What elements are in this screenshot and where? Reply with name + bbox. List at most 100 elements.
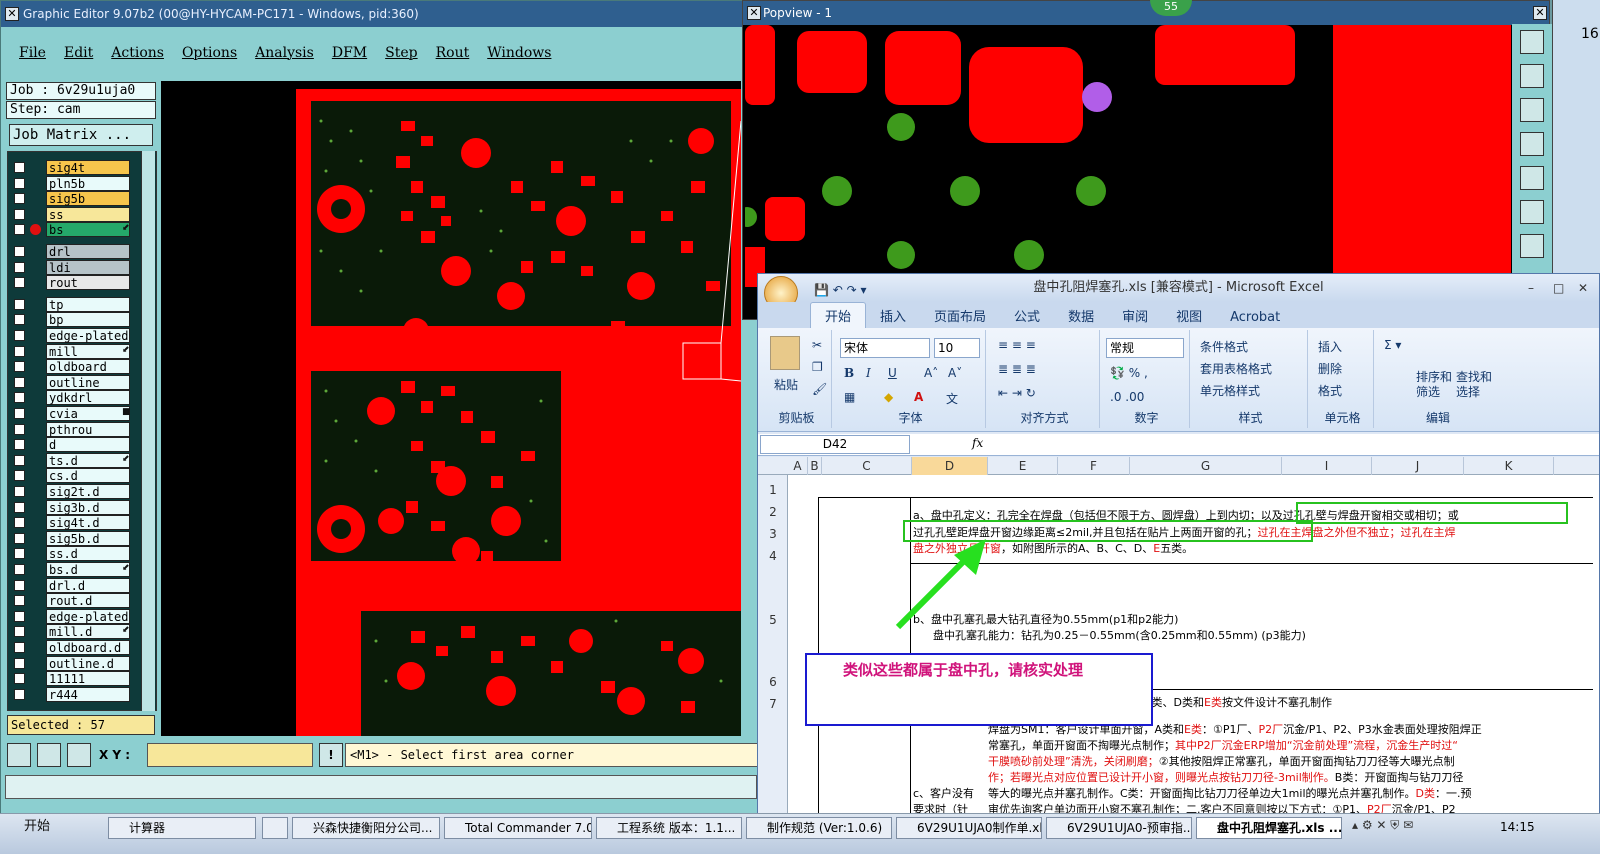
row-3[interactable]: 3 xyxy=(758,527,788,541)
fx-icon[interactable]: fx xyxy=(972,436,983,450)
quick-access-toolbar[interactable]: 💾 ↶ ↷ ▾ xyxy=(814,276,867,304)
layer-checkbox[interactable] xyxy=(14,642,25,653)
layer-row[interactable]: rout.d xyxy=(8,593,144,609)
layer-row[interactable]: bp xyxy=(8,312,144,328)
task-engineering-system[interactable]: 工程系统 版本：1.1... xyxy=(596,817,742,839)
layer-checkbox[interactable] xyxy=(14,298,25,310)
close-button[interactable]: ✕ xyxy=(1578,274,1588,302)
layer-row[interactable]: outline.d xyxy=(8,655,144,671)
tab-insert[interactable]: 插入 xyxy=(866,303,920,328)
layer-checkbox[interactable] xyxy=(14,454,25,466)
layer-row[interactable]: ts.d ⬋ xyxy=(8,452,144,468)
layer-row[interactable]: pln5b xyxy=(8,175,144,191)
maximize-button[interactable]: □ xyxy=(1553,274,1564,302)
layer-label[interactable]: r444 xyxy=(46,686,130,702)
layer-checkbox[interactable] xyxy=(14,657,25,669)
layer-label[interactable]: sig5b.d xyxy=(46,530,130,546)
task-preview-guide[interactable]: 6V29U1UJA0-预审指... xyxy=(1046,817,1192,839)
format-painter-icon[interactable]: 🖌 xyxy=(812,382,827,396)
paste-label[interactable]: 粘贴 xyxy=(774,376,798,393)
layer-label[interactable]: sig5b xyxy=(46,191,130,207)
font-size-select[interactable]: 10 xyxy=(934,338,980,358)
layer-checkbox[interactable] xyxy=(14,314,25,326)
layer-checkbox[interactable] xyxy=(14,345,25,357)
tray-icons[interactable]: ▴ ⚙ ✕ ⛨ ✉ xyxy=(1352,818,1472,838)
job-matrix-button[interactable]: Job Matrix ... xyxy=(9,124,153,146)
task-spec[interactable]: 制作规范 (Ver:1.0.6) xyxy=(746,817,892,839)
zoom-in-icon[interactable] xyxy=(1520,200,1544,224)
col-i[interactable]: I xyxy=(1282,457,1372,475)
layer-row[interactable]: d xyxy=(8,437,144,453)
layer-label[interactable]: sig3b.d xyxy=(46,499,130,515)
autosum-icon[interactable]: Σ ▾ xyxy=(1384,338,1401,352)
layer-row[interactable]: edge-plated xyxy=(8,608,144,624)
font-name-select[interactable]: 宋体 xyxy=(840,338,930,358)
menu-rout[interactable]: Rout xyxy=(436,45,470,61)
layer-label[interactable]: cs.d xyxy=(46,468,130,484)
col-d[interactable]: D xyxy=(912,457,988,475)
move-left-icon[interactable] xyxy=(1520,132,1544,156)
tab-acrobat[interactable]: Acrobat xyxy=(1216,307,1294,328)
format-as-table-button[interactable]: 套用表格格式 xyxy=(1200,360,1272,377)
xy-input[interactable] xyxy=(147,743,313,767)
start-button[interactable]: 开始 xyxy=(2,817,62,839)
layer-checkbox[interactable] xyxy=(14,361,25,373)
layer-label[interactable]: rout.d xyxy=(46,593,130,609)
menu-edit[interactable]: Edit xyxy=(64,45,93,61)
move-up-icon[interactable] xyxy=(1520,64,1544,88)
layer-checkbox[interactable] xyxy=(14,277,25,289)
tab-formulas[interactable]: 公式 xyxy=(1000,303,1054,328)
tab-review[interactable]: 审阅 xyxy=(1108,303,1162,328)
menu-dfm[interactable]: DFM xyxy=(332,45,367,61)
border-icon[interactable]: ▦ xyxy=(844,390,855,404)
layer-checkbox[interactable] xyxy=(14,376,25,388)
align-left-icon[interactable]: ≣ ≣ ≣ xyxy=(998,362,1036,376)
conditional-format-button[interactable]: 条件格式 xyxy=(1200,338,1248,355)
menu-actions[interactable]: Actions xyxy=(111,45,164,61)
currency-icon[interactable]: 💱 % , xyxy=(1110,366,1148,380)
col-e[interactable]: E xyxy=(988,457,1058,475)
layer-row[interactable]: drl.d xyxy=(8,577,144,593)
layer-label[interactable]: oldboard xyxy=(46,359,130,375)
layer-row[interactable]: drl xyxy=(8,244,144,259)
format-cells-button[interactable]: 格式 xyxy=(1318,382,1342,399)
layer-label[interactable]: edge-plated xyxy=(46,328,130,343)
layer-label[interactable]: 11111 xyxy=(46,671,130,687)
row-6[interactable]: 6 xyxy=(758,675,788,689)
alert-icon[interactable]: ! xyxy=(319,743,343,767)
layer-row[interactable]: oldboard xyxy=(8,359,144,375)
layer-checkbox[interactable] xyxy=(14,532,25,544)
row-7[interactable]: 7 xyxy=(758,697,788,711)
layer-checkbox[interactable] xyxy=(14,610,25,622)
layer-label[interactable]: ss xyxy=(46,206,130,222)
underline-icon[interactable]: U xyxy=(888,366,897,380)
layer-label[interactable]: edge-plated xyxy=(46,608,130,624)
layer-label[interactable]: mill xyxy=(46,343,130,359)
layer-checkbox[interactable] xyxy=(14,564,25,575)
layer-row[interactable]: mill.d ⬋ xyxy=(8,624,144,640)
layer-checkbox[interactable] xyxy=(14,162,25,173)
pcb-canvas[interactable] xyxy=(161,81,741,736)
layer-row[interactable]: ss.d xyxy=(8,546,144,562)
layer-checkbox[interactable] xyxy=(14,579,25,591)
formula-input[interactable] xyxy=(992,435,1562,454)
layer-label[interactable]: mill.d xyxy=(46,624,130,640)
cell-styles-button[interactable]: 单元格样式 xyxy=(1200,382,1260,399)
ge-command-line[interactable] xyxy=(5,775,757,799)
layer-checkbox[interactable] xyxy=(14,392,25,404)
layer-row[interactable]: r444 xyxy=(8,686,144,702)
layer-row[interactable]: ss xyxy=(8,206,144,222)
layer-row[interactable]: sig2t.d xyxy=(8,484,144,499)
fill-color-icon[interactable]: ◆ xyxy=(884,390,893,404)
col-g[interactable]: G xyxy=(1130,457,1282,475)
tab-view[interactable]: 视图 xyxy=(1162,303,1216,328)
layer-checkbox[interactable] xyxy=(14,673,25,685)
minimize-button[interactable]: – xyxy=(1528,274,1534,302)
cut-icon[interactable]: ✂ xyxy=(812,338,822,352)
zoom-out-icon[interactable] xyxy=(1520,234,1544,258)
task-total-commander[interactable]: Total Commander 7.0 ... xyxy=(444,817,592,839)
layer-checkbox[interactable] xyxy=(14,177,25,189)
layer-scrollbar[interactable] xyxy=(141,151,155,711)
popview-system-icon[interactable]: ✕ xyxy=(747,6,761,20)
layer-checkbox[interactable] xyxy=(14,330,25,341)
